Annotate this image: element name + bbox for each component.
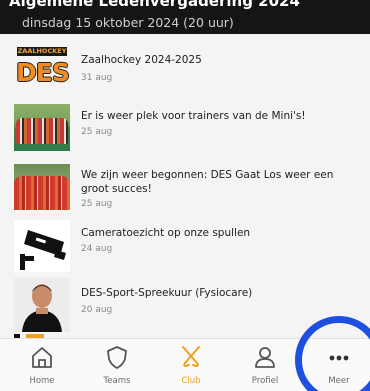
red-shirts-group-photo bbox=[14, 164, 70, 210]
portrait-photo bbox=[14, 278, 70, 332]
nav-label-club: Club bbox=[181, 376, 201, 386]
nav-label-teams: Teams bbox=[103, 376, 131, 386]
logo-bar-text: ZAALHOCKEY bbox=[17, 47, 67, 56]
nav-label-profiel: Profiel bbox=[251, 376, 279, 386]
security-camera-icon bbox=[14, 220, 70, 272]
news-title: Er is weer plek voor trainers van de Min… bbox=[81, 110, 306, 122]
news-title: Zaalhockey 2024-2025 bbox=[81, 54, 202, 66]
crowd-shape bbox=[16, 118, 68, 144]
nav-label-home: Home bbox=[29, 376, 55, 386]
team-photo bbox=[14, 104, 70, 151]
nav-teams[interactable]: Teams bbox=[80, 339, 154, 391]
nav-home[interactable]: Home bbox=[5, 339, 79, 391]
shield-icon bbox=[107, 346, 127, 369]
news-list: ZAALHOCKEY DES Zaalhockey 2024-2025 31 a… bbox=[0, 34, 370, 338]
hockey-sticks-icon bbox=[182, 346, 200, 368]
crowd-shape bbox=[14, 176, 70, 210]
news-date: 24 aug bbox=[81, 244, 113, 254]
nav-profiel[interactable]: Profiel bbox=[228, 339, 302, 391]
banner-title: Algemene Ledenvergadering 2024 bbox=[9, 0, 300, 10]
news-date: 31 aug bbox=[81, 73, 113, 83]
news-date: 25 aug bbox=[81, 127, 113, 137]
banner-subtitle: dinsdag 15 oktober 2024 (20 uur) bbox=[22, 15, 234, 30]
event-banner[interactable]: Algemene Ledenvergadering 2024 dinsdag 1… bbox=[0, 0, 370, 34]
nav-club[interactable]: Club bbox=[154, 339, 228, 391]
news-title: We zijn weer begonnen: DES Gaat Los weer… bbox=[81, 169, 334, 195]
news-date: 25 aug bbox=[81, 199, 113, 209]
des-zaalhockey-logo: ZAALHOCKEY DES bbox=[14, 44, 70, 90]
news-date: 20 aug bbox=[81, 305, 113, 315]
home-icon bbox=[32, 347, 52, 368]
logo-letters: DES bbox=[16, 58, 70, 87]
user-icon bbox=[255, 347, 275, 368]
news-title: Cameratoezicht op onze spullen bbox=[81, 227, 251, 239]
news-title: DES-Sport-Spreekuur (Fysiocare) bbox=[81, 287, 253, 299]
